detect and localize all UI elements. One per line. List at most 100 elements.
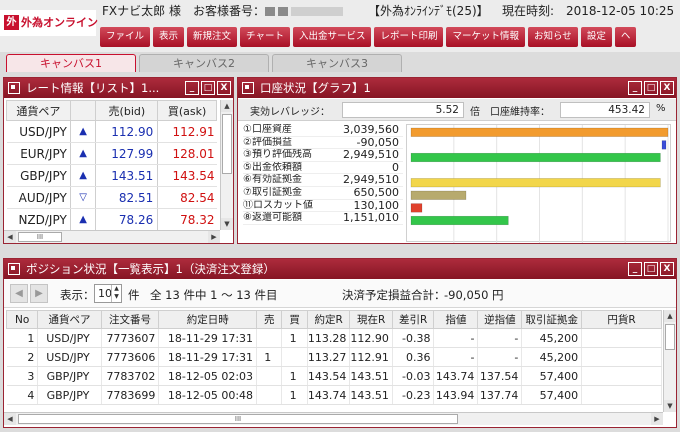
yen-rate xyxy=(581,385,662,405)
position-row[interactable]: 4 GBP/JPY 7783699 18-12-05 00:48 1 143.74 143.… xyxy=(6,385,662,405)
column-header-margin[interactable]: 取引証拠金 xyxy=(521,310,583,329)
currency-pair: USD/JPY xyxy=(37,347,102,367)
minimize-icon[interactable]: _ xyxy=(628,81,642,95)
prev-page-icon[interactable]: ◀ xyxy=(10,284,28,303)
tab-canvas-3[interactable]: キャンバス3 xyxy=(272,54,402,72)
margin-amount: 57,400 xyxy=(521,385,583,405)
column-header-buy[interactable]: 買 xyxy=(281,310,308,329)
yen-rate xyxy=(581,366,662,386)
column-header-limit[interactable]: 指値 xyxy=(433,310,479,329)
position-horizontal-scrollbar[interactable]: ◀ III ▶ xyxy=(4,412,663,425)
scroll-down-icon[interactable]: ▼ xyxy=(221,218,233,230)
scroll-down-icon[interactable]: ▼ xyxy=(664,400,676,412)
column-header-sell[interactable]: 売 xyxy=(256,310,283,329)
account-status-panel: 口座状況【グラフ】1 _ □ X 実効レバレッジ： 5.52 倍 口座維持率： … xyxy=(237,77,677,244)
menu-new-order[interactable]: 新規注文 xyxy=(187,27,238,47)
bid-rate[interactable]: 143.51 xyxy=(95,164,159,187)
leverage-value: 5.52 xyxy=(342,102,464,118)
ask-rate[interactable]: 128.01 xyxy=(157,142,217,165)
column-header-stop[interactable]: 逆指値 xyxy=(477,310,523,329)
minimize-icon[interactable]: _ xyxy=(628,262,642,276)
column-header-executed-at[interactable]: 約定日時 xyxy=(158,310,258,329)
next-page-icon[interactable]: ▶ xyxy=(30,284,48,303)
scroll-right-icon[interactable]: ▶ xyxy=(651,413,663,425)
menu-help[interactable]: ヘ xyxy=(614,27,637,47)
menu-notices[interactable]: お知らせ xyxy=(528,27,578,47)
column-header-yen-rate[interactable]: 円貨R xyxy=(581,310,662,329)
maximize-icon[interactable]: □ xyxy=(644,81,658,95)
chart-bar-1 xyxy=(410,127,669,137)
bid-rate[interactable]: 78.26 xyxy=(95,208,159,231)
column-header-pair[interactable]: 通貨ペア xyxy=(6,100,71,121)
rate-row[interactable]: GBP/JPY ▲ 143.51 143.54 xyxy=(6,164,217,187)
bid-rate[interactable]: 127.99 xyxy=(95,142,159,165)
column-header-current-rate[interactable]: 現在R xyxy=(349,310,393,329)
column-header-ask[interactable]: 買(ask) xyxy=(157,100,217,121)
stepper-arrows-icon[interactable]: ▲ ▼ xyxy=(111,285,121,302)
bid-rate[interactable]: 112.90 xyxy=(95,120,159,143)
rate-row[interactable]: USD/JPY ▲ 112.90 112.91 xyxy=(6,120,217,143)
rate-row[interactable]: NZD/JPY ▲ 78.26 78.32 xyxy=(6,208,217,231)
ask-rate[interactable]: 82.54 xyxy=(157,186,217,209)
scroll-thumb[interactable] xyxy=(665,324,675,350)
account-row-label: ②評価損益 xyxy=(243,136,292,148)
position-row[interactable]: 2 USD/JPY 7773606 18-11-29 17:31 1 113.27 112.… xyxy=(6,347,662,367)
scroll-left-icon[interactable]: ◀ xyxy=(4,231,16,243)
scroll-right-icon[interactable]: ▶ xyxy=(208,231,220,243)
order-number: 7783702 xyxy=(101,366,160,386)
position-status-panel: ポジション状況【一覧表示】1（決済注文登録） _ □ X ◀ ▶ 表示： 10 … xyxy=(3,258,677,428)
menu-chart[interactable]: チャート xyxy=(240,27,290,47)
close-icon[interactable]: X xyxy=(217,81,231,95)
close-icon[interactable]: X xyxy=(660,262,674,276)
menu-view[interactable]: 表示 xyxy=(153,27,185,47)
rate-row[interactable]: AUD/JPY ▽ 82.51 82.54 xyxy=(6,186,217,209)
rate-vertical-scrollbar[interactable]: ▲ ▼ xyxy=(220,100,233,230)
tab-canvas-2[interactable]: キャンバス2 xyxy=(139,54,269,72)
menu-file[interactable]: ファイル xyxy=(100,27,151,47)
column-header-pair[interactable]: 通貨ペア xyxy=(37,310,102,329)
maximize-icon[interactable]: □ xyxy=(644,262,658,276)
maximize-icon[interactable]: □ xyxy=(201,81,215,95)
scroll-thumb[interactable]: III xyxy=(18,232,62,242)
column-header-rate-diff[interactable]: 差引R xyxy=(391,310,435,329)
account-row-value: 3,039,560 xyxy=(343,123,399,136)
account-panel-titlebar: 口座状況【グラフ】1 _ □ X xyxy=(238,78,676,98)
scroll-left-icon[interactable]: ◀ xyxy=(4,413,16,425)
stop-price: 137.54 xyxy=(477,366,523,386)
column-header-executed-rate[interactable]: 約定R xyxy=(306,310,351,329)
page-size-stepper[interactable]: 10 ▲ ▼ xyxy=(94,284,122,303)
menu-report-print[interactable]: レポート印刷 xyxy=(374,27,444,47)
position-row[interactable]: 3 GBP/JPY 7783702 18-12-05 02:03 1 143.54 143.… xyxy=(6,366,662,386)
column-header-order-number[interactable]: 注文番号 xyxy=(100,310,160,329)
currency-pair: EUR/JPY xyxy=(6,142,71,165)
scroll-thumb[interactable]: III xyxy=(18,414,458,424)
menu-settings[interactable]: 設定 xyxy=(580,27,612,47)
rate-horizontal-scrollbar[interactable]: ◀ III ▶ xyxy=(4,230,220,243)
position-row[interactable]: 1 USD/JPY 7773607 18-11-29 17:31 1 113.28 112.… xyxy=(6,328,662,348)
tab-canvas-1[interactable]: キャンバス1 xyxy=(6,54,136,72)
scroll-up-icon[interactable]: ▲ xyxy=(664,310,676,322)
rate-row[interactable]: EUR/JPY ▲ 127.99 128.01 xyxy=(6,142,217,165)
row-no: 1 xyxy=(6,328,39,348)
chart-bar-2 xyxy=(661,140,667,150)
position-vertical-scrollbar[interactable]: ▲ ▼ xyxy=(663,310,676,412)
page-size-unit: 件 xyxy=(128,288,140,302)
sell-qty xyxy=(256,366,283,386)
menu-market-info[interactable]: マーケット情報 xyxy=(446,27,525,47)
scroll-up-icon[interactable]: ▲ xyxy=(221,100,233,112)
column-header-no[interactable]: No xyxy=(5,310,39,329)
column-header-bid[interactable]: 売(bid) xyxy=(95,100,159,121)
row-no: 3 xyxy=(6,366,39,386)
close-icon[interactable]: X xyxy=(660,81,674,95)
menu-deposit-service[interactable]: 入出金サービス xyxy=(292,27,372,47)
ask-rate[interactable]: 78.32 xyxy=(157,208,217,231)
ask-rate[interactable]: 143.54 xyxy=(157,164,217,187)
column-header-direction[interactable] xyxy=(69,100,97,121)
minimize-icon[interactable]: _ xyxy=(185,81,199,95)
scroll-thumb[interactable] xyxy=(222,114,232,174)
buy-qty: 1 xyxy=(281,328,308,348)
bid-rate[interactable]: 82.51 xyxy=(95,186,159,209)
rate-up-icon: ▲ xyxy=(70,208,97,231)
account-bar-chart-svg xyxy=(410,125,669,243)
ask-rate[interactable]: 112.91 xyxy=(157,120,217,143)
